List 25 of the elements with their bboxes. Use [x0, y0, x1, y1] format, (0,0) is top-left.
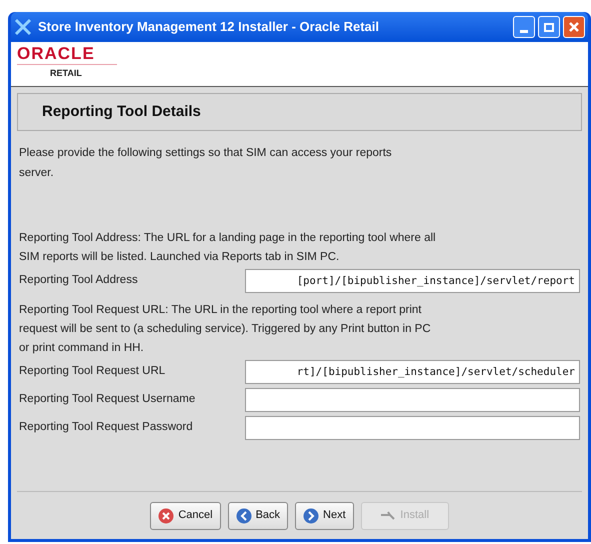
close-icon: [568, 21, 580, 33]
field-label: Reporting Tool Address: [19, 273, 139, 288]
field-description: Reporting Tool Request URL: The URL in the reporting tool where a report print request will be sent to (a scheduling service). Triggered by any Print button in PC or print command in HH.: [19, 303, 432, 356]
text-field[interactable]: [244, 388, 580, 412]
window-title: Store Inventory Management 12 Installer - Oracle Retail: [38, 18, 380, 36]
text-field[interactable]: [port]/[bipublisher_instance]/servlet/report: [244, 269, 580, 293]
cancel-button[interactable]: Cancel: [150, 502, 221, 530]
text-field[interactable]: [244, 416, 580, 440]
field-label: Reporting Tool Request Username: [19, 392, 196, 408]
text-field[interactable]: rt]/[bipublisher_instance]/servlet/scheduler: [244, 360, 580, 384]
next-button[interactable]: Next: [295, 502, 354, 530]
arrow-icon: [380, 510, 396, 522]
maximize-button[interactable]: [538, 16, 560, 38]
minimize-button[interactable]: [513, 16, 535, 38]
retail-label: RETAIL: [49, 67, 83, 80]
close-button[interactable]: [563, 16, 585, 38]
field-label: Reporting Tool Request Password: [19, 420, 194, 436]
field-label: Reporting Tool Request URL: [19, 364, 166, 380]
intro-text: Please provide the following settings so that SIM can access your reports server.: [19, 146, 393, 181]
field-description: Reporting Tool Address: The URL for a landing page in the reporting tool where all SIM reports will be listed. Launched via Reports tab in SIM PC.: [19, 231, 437, 265]
page-title: Reporting Tool Details: [42, 102, 201, 122]
x-logo-icon: [14, 18, 32, 36]
cancel-icon: [158, 508, 174, 524]
back-button[interactable]: Back: [228, 502, 288, 530]
oracle-logo: ORACLE: [17, 44, 117, 65]
